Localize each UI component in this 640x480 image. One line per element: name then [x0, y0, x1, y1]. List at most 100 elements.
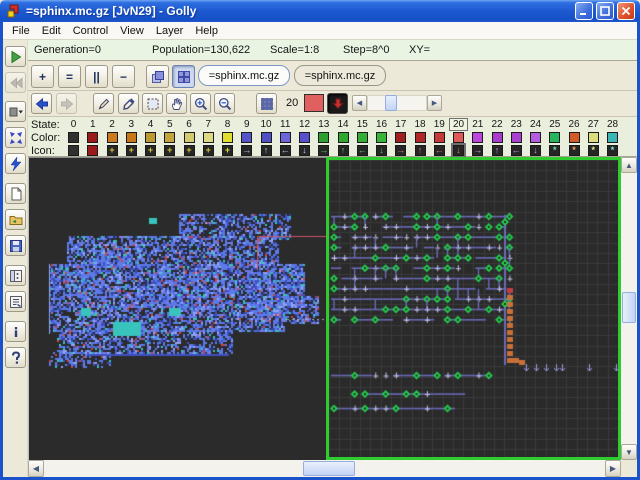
state-color-swatch-23[interactable] — [511, 132, 522, 143]
state-icon-swatch-25[interactable]: * — [549, 145, 560, 156]
state-icon-swatch-6[interactable]: + — [184, 145, 195, 156]
state-color-swatch-5[interactable] — [164, 132, 175, 143]
open-pattern-button[interactable] — [5, 209, 26, 230]
state-scroll-right-button[interactable]: ▶ — [427, 95, 442, 111]
state-color-swatch-8[interactable] — [222, 132, 233, 143]
state-icon-swatch-0[interactable] — [68, 145, 79, 156]
info-button[interactable] — [5, 321, 26, 342]
state-color-swatch-17[interactable] — [395, 132, 406, 143]
reset-button[interactable] — [5, 72, 26, 93]
state-number-9[interactable]: 9 — [238, 119, 255, 130]
state-icon-swatch-28[interactable]: * — [607, 145, 618, 156]
move-tool-button[interactable] — [166, 93, 187, 114]
state-icon-swatch-27[interactable]: * — [588, 145, 599, 156]
close-button[interactable] — [617, 2, 635, 20]
state-color-swatch-0[interactable] — [68, 132, 79, 143]
maximize-button[interactable] — [596, 2, 614, 20]
state-number-2[interactable]: 2 — [104, 119, 121, 130]
state-icon-swatch-3[interactable]: + — [126, 145, 137, 156]
state-number-7[interactable]: 7 — [200, 119, 217, 130]
state-color-swatch-3[interactable] — [126, 132, 137, 143]
hyperspeed-button[interactable] — [5, 153, 26, 174]
state-icon-swatch-19[interactable]: ← — [434, 145, 445, 156]
state-number-19[interactable]: 19 — [431, 119, 448, 130]
state-number-21[interactable]: 21 — [469, 119, 486, 130]
state-number-20[interactable]: 20 — [450, 119, 467, 130]
state-number-27[interactable]: 27 — [585, 119, 602, 130]
horizontal-scrollbar[interactable]: ◀ ▶ — [28, 460, 621, 477]
state-icon-swatch-10[interactable]: ↑ — [261, 145, 272, 156]
state-color-swatch-14[interactable] — [338, 132, 349, 143]
state-color-swatch-13[interactable] — [318, 132, 329, 143]
select-tool-button[interactable] — [142, 93, 163, 114]
state-icon-swatch-21[interactable]: → — [472, 145, 483, 156]
state-icon-swatch-16[interactable]: ↓ — [376, 145, 387, 156]
state-icon-swatch-17[interactable]: → — [395, 145, 406, 156]
state-icon-swatch-1[interactable] — [87, 145, 98, 156]
state-icon-swatch-5[interactable]: + — [164, 145, 175, 156]
scroll-up-button[interactable]: ▲ — [621, 157, 637, 173]
current-state-icon-button[interactable] — [327, 93, 348, 114]
state-number-17[interactable]: 17 — [392, 119, 409, 130]
redo-button[interactable] — [56, 93, 77, 114]
new-pattern-button[interactable] — [5, 183, 26, 204]
state-color-swatch-15[interactable] — [357, 132, 368, 143]
state-color-swatch-28[interactable] — [607, 132, 618, 143]
draw-tool-button[interactable] — [93, 93, 114, 114]
menu-file[interactable]: File — [8, 24, 38, 38]
scroll-right-button[interactable]: ▶ — [605, 460, 621, 477]
scroll-down-button[interactable]: ▼ — [621, 444, 637, 460]
state-number-11[interactable]: 11 — [277, 119, 294, 130]
state-color-swatch-25[interactable] — [549, 132, 560, 143]
delete-layer-button[interactable]: − — [112, 65, 135, 88]
menu-view[interactable]: View — [116, 24, 152, 38]
state-color-swatch-20[interactable] — [453, 132, 464, 143]
menu-control[interactable]: Control — [69, 24, 116, 38]
horizontal-scroll-thumb[interactable] — [303, 461, 355, 476]
set-scale-button[interactable] — [5, 101, 26, 122]
show-patterns-button[interactable] — [5, 265, 26, 286]
state-color-swatch-22[interactable] — [492, 132, 503, 143]
fit-pattern-button[interactable] — [5, 127, 26, 148]
state-number-16[interactable]: 16 — [373, 119, 390, 130]
menu-edit[interactable]: Edit — [38, 24, 69, 38]
state-number-25[interactable]: 25 — [546, 119, 563, 130]
menu-help[interactable]: Help — [191, 24, 226, 38]
state-scroll-track[interactable] — [367, 95, 427, 111]
state-number-14[interactable]: 14 — [335, 119, 352, 130]
clone-layer-button[interactable]: = — [58, 65, 81, 88]
state-icon-swatch-9[interactable]: → — [241, 145, 252, 156]
zoom-in-button[interactable] — [190, 93, 211, 114]
state-icon-swatch-23[interactable]: ← — [511, 145, 522, 156]
state-color-swatch-26[interactable] — [569, 132, 580, 143]
state-icon-swatch-8[interactable]: + — [222, 145, 233, 156]
tile-layers-button[interactable] — [172, 65, 195, 88]
vertical-scrollbar[interactable]: ▲ ▼ — [621, 157, 637, 460]
state-number-12[interactable]: 12 — [296, 119, 313, 130]
state-color-swatch-9[interactable] — [241, 132, 252, 143]
state-number-22[interactable]: 22 — [489, 119, 506, 130]
state-color-swatch-2[interactable] — [107, 132, 118, 143]
add-layer-button[interactable]: + — [31, 65, 54, 88]
state-number-5[interactable]: 5 — [161, 119, 178, 130]
state-number-3[interactable]: 3 — [123, 119, 140, 130]
minimize-button[interactable] — [575, 2, 593, 20]
state-color-swatch-7[interactable] — [203, 132, 214, 143]
state-color-swatch-4[interactable] — [145, 132, 156, 143]
vertical-scroll-thumb[interactable] — [622, 292, 636, 323]
scroll-left-button[interactable]: ◀ — [28, 460, 44, 477]
state-icon-swatch-15[interactable]: ← — [357, 145, 368, 156]
layer-tab-0[interactable]: =sphinx.mc.gz — [198, 65, 290, 86]
stack-layers-button[interactable] — [146, 65, 169, 88]
state-icon-swatch-22[interactable]: ↑ — [492, 145, 503, 156]
state-scroll-thumb[interactable] — [385, 95, 397, 111]
state-icon-swatch-26[interactable]: * — [569, 145, 580, 156]
state-icon-swatch-24[interactable]: ↓ — [530, 145, 541, 156]
state-icon-swatch-13[interactable]: → — [318, 145, 329, 156]
state-number-0[interactable]: 0 — [65, 119, 82, 130]
state-icon-swatch-2[interactable]: + — [107, 145, 118, 156]
pick-tool-button[interactable] — [118, 93, 139, 114]
state-number-24[interactable]: 24 — [527, 119, 544, 130]
state-number-18[interactable]: 18 — [412, 119, 429, 130]
state-number-28[interactable]: 28 — [604, 119, 621, 130]
